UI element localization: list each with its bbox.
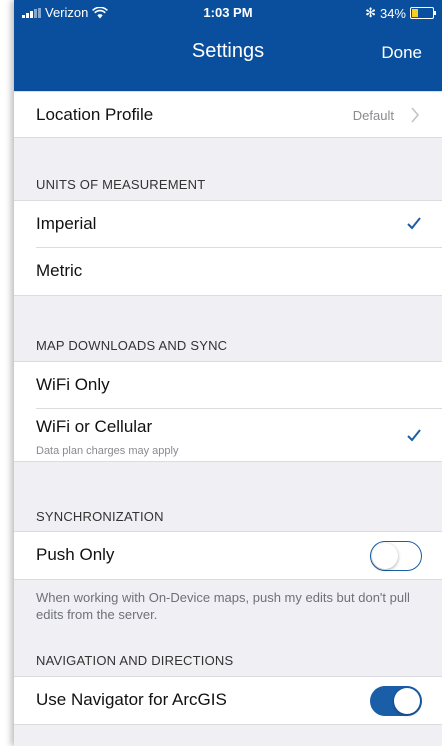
units-item-imperial[interactable]: Imperial bbox=[14, 201, 442, 248]
divider bbox=[14, 137, 442, 138]
settings-screen: Verizon 1:03 PM ✻ 34% Settings Done Loca… bbox=[14, 0, 442, 746]
location-profile-row[interactable]: Location Profile Default bbox=[14, 92, 442, 137]
downloads-item-wifi-only[interactable]: WiFi Only bbox=[14, 362, 442, 409]
divider bbox=[14, 724, 442, 725]
page-title: Settings bbox=[191, 40, 265, 62]
location-profile-value: Default bbox=[352, 108, 394, 123]
units-item-label: Imperial bbox=[36, 214, 97, 233]
chevron-right-icon bbox=[411, 107, 420, 123]
sync-section-header: SYNCHRONIZATION bbox=[36, 509, 164, 524]
divider bbox=[14, 579, 442, 580]
navigation-section-header: NAVIGATION AND DIRECTIONS bbox=[36, 653, 234, 668]
units-item-metric[interactable]: Metric bbox=[14, 248, 442, 295]
downloads-item-sublabel: Data plan charges may apply bbox=[36, 445, 179, 457]
downloads-section-header: MAP DOWNLOADS AND SYNC bbox=[36, 338, 228, 353]
downloads-item-label: WiFi Only bbox=[36, 375, 110, 394]
divider bbox=[14, 295, 442, 296]
navigator-row: Use Navigator for ArcGIS bbox=[14, 677, 442, 724]
status-right: ✻ 34% bbox=[365, 5, 436, 21]
divider bbox=[14, 461, 442, 462]
navigator-label: Use Navigator for ArcGIS bbox=[36, 690, 227, 709]
bluetooth-icon: ✻ bbox=[365, 5, 376, 20]
battery-percent: 34% bbox=[379, 5, 406, 21]
units-section-header: UNITS OF MEASUREMENT bbox=[36, 177, 206, 192]
status-bar: Verizon 1:03 PM ✻ 34% bbox=[14, 0, 442, 26]
push-only-label: Push Only bbox=[36, 545, 115, 564]
nav-header: Verizon 1:03 PM ✻ 34% Settings Done bbox=[14, 0, 442, 91]
toggle-knob bbox=[372, 543, 398, 569]
push-only-toggle[interactable] bbox=[370, 541, 422, 571]
units-item-label: Metric bbox=[36, 261, 83, 280]
checkmark-icon bbox=[407, 217, 421, 230]
checkmark-icon bbox=[407, 429, 421, 442]
downloads-item-wifi-cellular[interactable]: WiFi or Cellular Data plan charges may a… bbox=[14, 409, 442, 461]
push-only-row: Push Only bbox=[14, 532, 442, 579]
location-profile-label: Location Profile bbox=[36, 105, 154, 124]
navigator-toggle[interactable] bbox=[370, 686, 422, 716]
battery-icon bbox=[410, 7, 436, 19]
done-button[interactable]: Done bbox=[381, 43, 422, 63]
downloads-item-label: WiFi or Cellular bbox=[36, 417, 153, 436]
toggle-knob bbox=[394, 688, 420, 714]
sync-footnote: When working with On-Device maps, push m… bbox=[36, 590, 410, 622]
